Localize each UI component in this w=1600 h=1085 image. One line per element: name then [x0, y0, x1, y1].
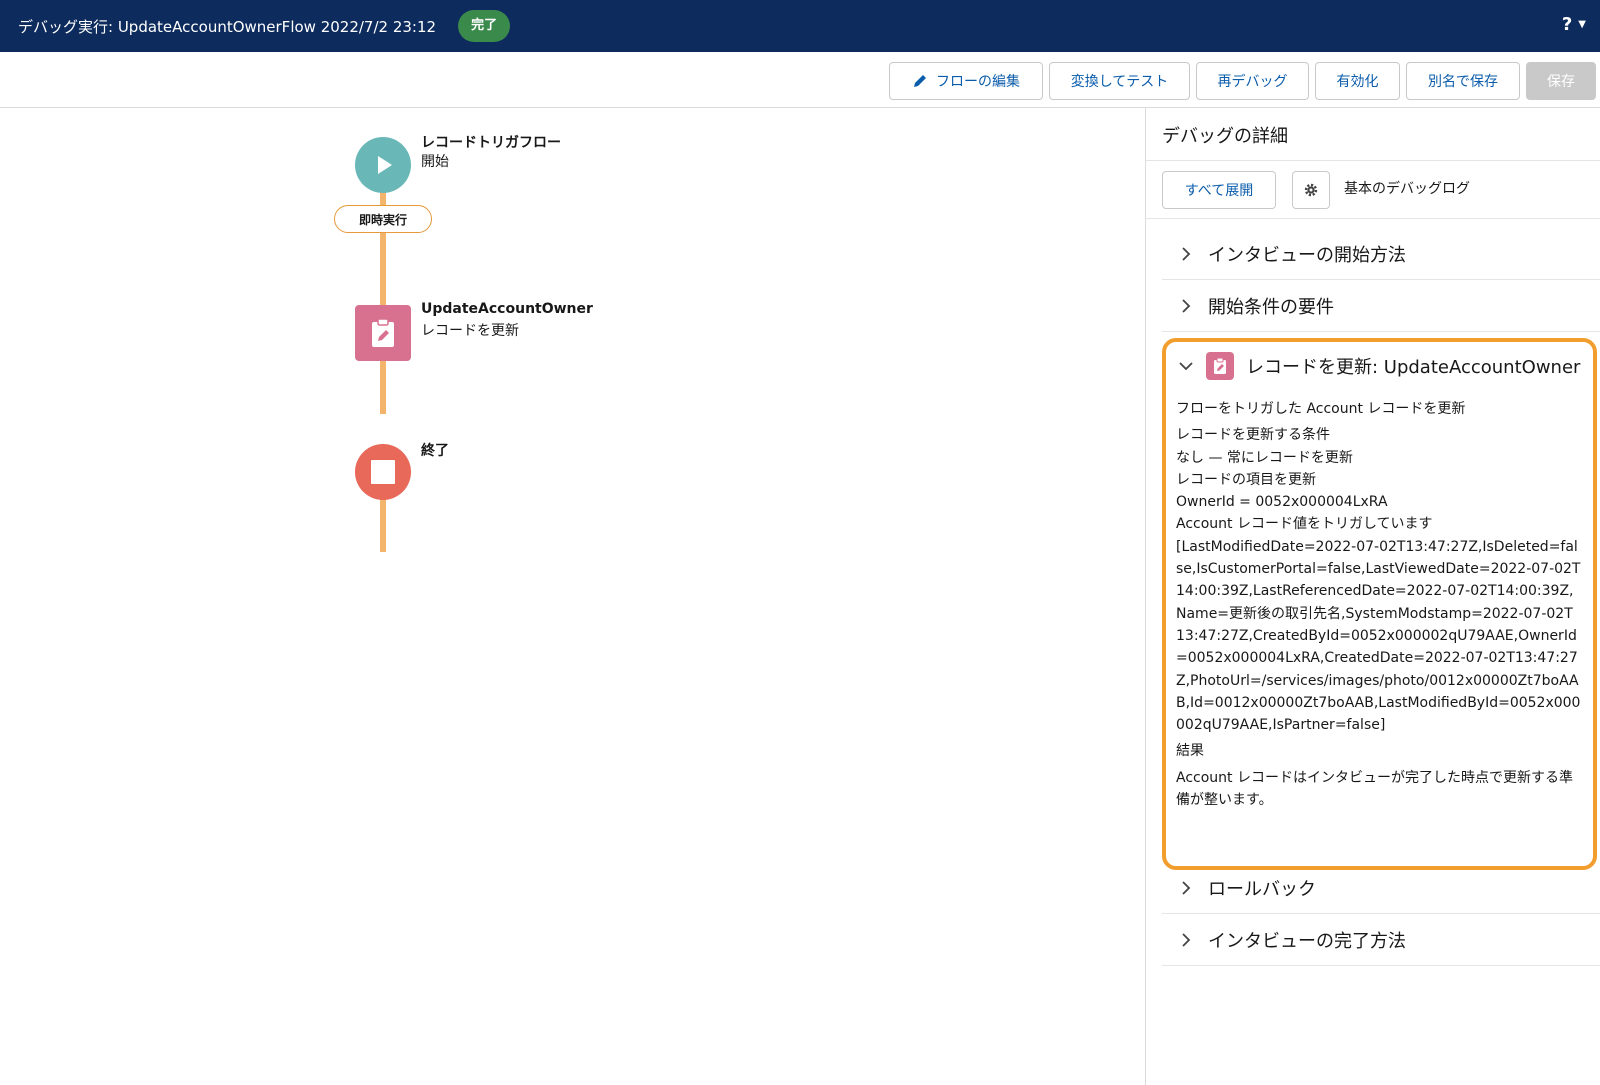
status-badge: 完了	[458, 10, 511, 42]
trigger-record-values: [LastModifiedDate=2022-07-02T13:47:27Z,I…	[1176, 538, 1581, 734]
update-records-icon	[372, 318, 394, 347]
chevron-right-icon	[1182, 932, 1191, 947]
rerun-debug-button[interactable]: 再デバッグ	[1196, 62, 1309, 100]
update-records-node[interactable]	[355, 305, 411, 361]
pencil-icon	[914, 75, 926, 87]
section-rollback[interactable]: ロールバック	[1162, 862, 1600, 914]
settings-button[interactable]	[1292, 171, 1330, 209]
chevron-down-icon: ▼	[1578, 19, 1586, 30]
update-records-detail-section: レコードを更新: UpdateAccountOwner フローをトリガした Ac…	[1162, 338, 1597, 870]
update-records-icon	[1206, 352, 1234, 380]
path-label: 即時実行	[334, 205, 432, 233]
section-label: インタビューの開始方法	[1208, 244, 1406, 266]
detail-line: レコードの項目を更新	[1176, 471, 1316, 488]
end-node[interactable]	[355, 444, 411, 500]
play-icon	[378, 156, 392, 174]
toolbar: フローの編集 変換してテスト 再デバッグ 有効化 別名で保存 保存	[0, 52, 1600, 108]
debug-details-panel: デバッグの詳細 すべて展開 基本のデバッグログ インタビューの開始方法 開始条件…	[1145, 108, 1600, 1085]
detail-line: OwnerId = 0052x000004LxRA	[1176, 494, 1388, 511]
stop-icon	[371, 460, 395, 484]
detail-line: なし — 常にレコードを更新	[1176, 449, 1353, 466]
section-label: 開始条件の要件	[1208, 296, 1334, 318]
detail-line: Account レコード値をトリガしています	[1176, 516, 1433, 533]
detail-section-header[interactable]: レコードを更新: UpdateAccountOwner	[1178, 352, 1580, 380]
detail-line: フローをトリガした Account レコードを更新	[1176, 401, 1466, 417]
result-label: 結果	[1176, 743, 1204, 760]
save-as-label: 別名で保存	[1428, 74, 1498, 90]
save-label: 保存	[1547, 74, 1575, 90]
section-start-requirements[interactable]: 開始条件の要件	[1162, 280, 1600, 332]
chevron-right-icon	[1182, 880, 1191, 895]
section-interview-finish[interactable]: インタビューの完了方法	[1162, 914, 1600, 966]
edit-flow-label: フローの編集	[936, 74, 1020, 90]
app-header: デバッグ実行: UpdateAccountOwnerFlow 2022/7/2 …	[0, 0, 1600, 52]
chevron-right-icon	[1182, 246, 1191, 261]
expand-all-button[interactable]: すべて展開	[1162, 171, 1276, 209]
detail-body: フローをトリガした Account レコードを更新 レコードを更新する条件 なし…	[1176, 398, 1581, 811]
edit-flow-button[interactable]: フローの編集	[889, 62, 1043, 100]
panel-title: デバッグの詳細	[1162, 126, 1288, 147]
update-node-title: UpdateAccountOwner	[421, 301, 593, 317]
save-button[interactable]: 保存	[1526, 62, 1596, 100]
detail-line: レコードを更新する条件	[1176, 427, 1330, 444]
log-level-label: 基本のデバッグログ	[1344, 181, 1470, 197]
help-menu-button[interactable]: ? ▼	[1562, 14, 1586, 35]
update-node-subtitle: レコードを更新	[421, 323, 519, 339]
start-node[interactable]	[355, 137, 411, 193]
convert-test-button[interactable]: 変換してテスト	[1049, 62, 1190, 100]
convert-test-label: 変換してテスト	[1070, 74, 1169, 90]
save-as-button[interactable]: 別名で保存	[1406, 62, 1520, 100]
start-node-title: レコードトリガフロー	[421, 135, 561, 151]
chevron-down-icon	[1179, 362, 1193, 371]
help-icon: ?	[1561, 14, 1573, 35]
chevron-right-icon	[1182, 298, 1191, 313]
section-label: インタビューの完了方法	[1208, 930, 1406, 952]
end-node-title: 終了	[421, 443, 449, 459]
gear-icon	[1304, 183, 1318, 197]
activate-label: 有効化	[1336, 74, 1379, 90]
start-node-subtitle: 開始	[421, 154, 449, 170]
rerun-debug-label: 再デバッグ	[1217, 74, 1288, 90]
flow-canvas: レコードトリガフロー 開始 即時実行 UpdateAccountOwner レコ…	[0, 108, 1145, 1085]
result-text: Account レコードはインタビューが完了した時点で更新する準備が整います。	[1176, 769, 1573, 809]
detail-section-title: レコードを更新: UpdateAccountOwner	[1246, 357, 1581, 378]
section-interview-start[interactable]: インタビューの開始方法	[1162, 228, 1600, 280]
divider	[1146, 218, 1600, 219]
connector-line	[380, 192, 386, 206]
section-label: ロールバック	[1208, 878, 1316, 900]
page-title: デバッグ実行: UpdateAccountOwnerFlow 2022/7/2 …	[18, 17, 437, 36]
divider	[1146, 160, 1600, 161]
activate-button[interactable]: 有効化	[1315, 62, 1400, 100]
